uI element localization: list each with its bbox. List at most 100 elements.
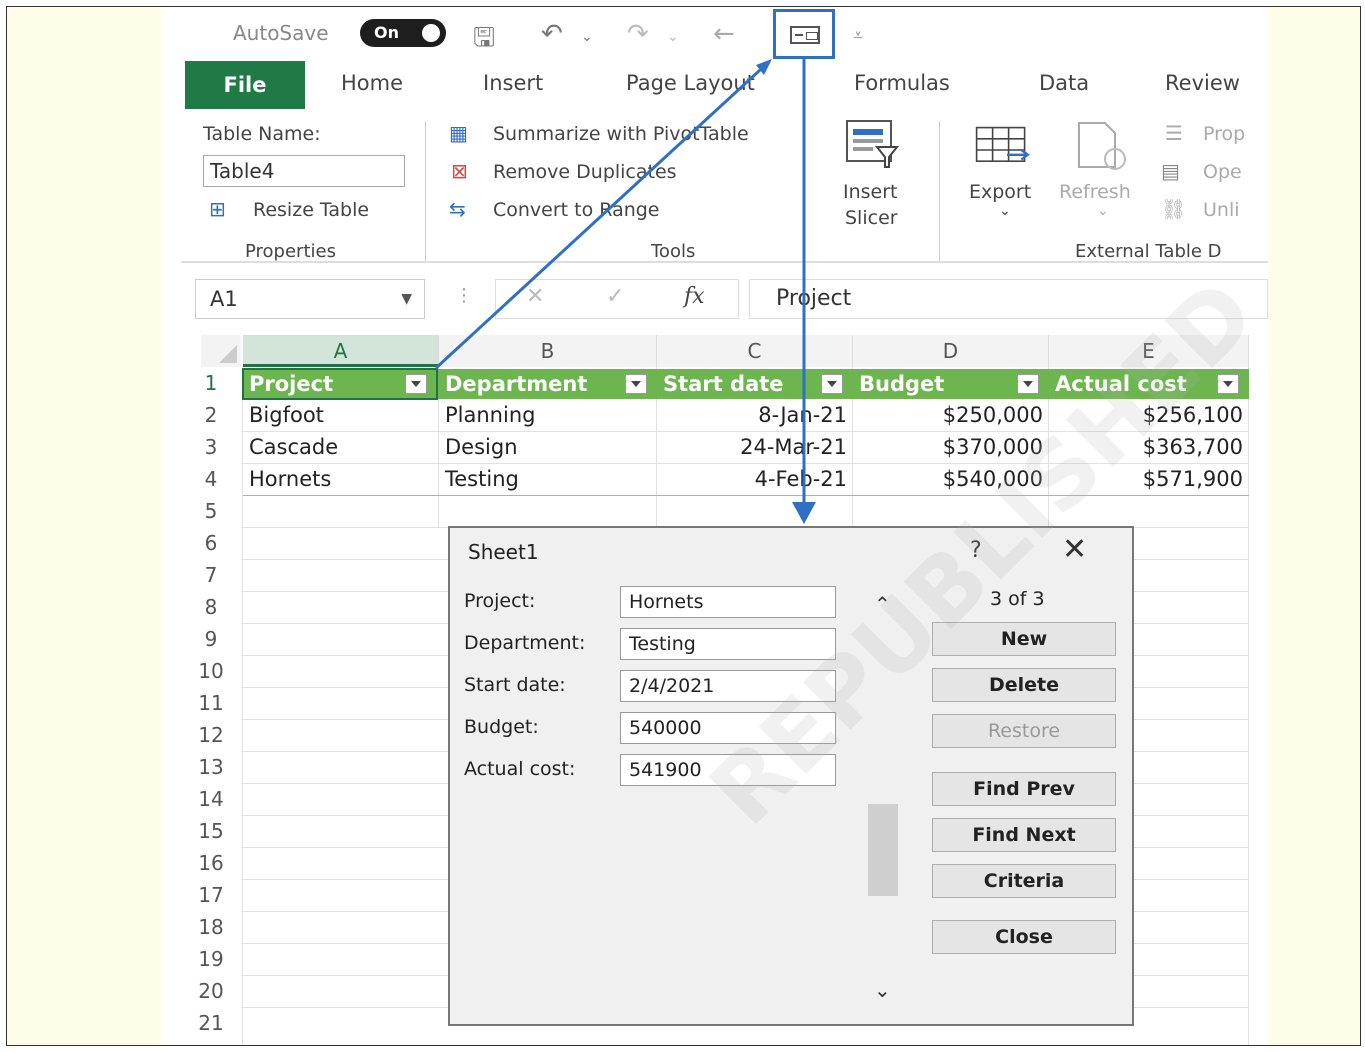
column-header-b[interactable]: B [439, 335, 657, 367]
refresh-dropdown-icon: ⌄ [1097, 203, 1109, 219]
export-label: Export [969, 181, 1032, 203]
refresh-icon [1078, 122, 1126, 170]
table-name-input[interactable]: Table4 [203, 155, 405, 187]
tab-data[interactable]: Data [1039, 71, 1089, 95]
back-arrow-icon[interactable]: ← [713, 19, 735, 49]
remove-duplicates-label: Remove Duplicates [493, 161, 677, 183]
confirm-entry-icon[interactable]: ✓ [606, 284, 624, 309]
tab-file[interactable]: File [185, 61, 305, 109]
resize-table-label: Resize Table [253, 199, 370, 221]
row-header-4[interactable]: 4 [181, 463, 241, 495]
export-dropdown-icon: ⌄ [999, 203, 1011, 219]
redo-icon[interactable]: ↷ [627, 19, 649, 49]
undo-icon[interactable]: ↶ [541, 19, 563, 49]
undo-dropdown-icon[interactable]: ⌄ [581, 29, 593, 45]
table-cell[interactable]: Bigfoot [249, 399, 324, 431]
row-header-12[interactable]: 12 [181, 719, 241, 751]
row-header-16[interactable]: 16 [181, 847, 241, 879]
scrollbar-thumb[interactable] [868, 804, 898, 896]
row-header-9[interactable]: 9 [181, 623, 241, 655]
column-header-c[interactable]: C [657, 335, 853, 367]
ribbon-separator [425, 121, 426, 261]
tab-formulas[interactable]: Formulas [854, 71, 950, 95]
quick-access-toolbar: AutoSave On 🖫 ↶ ⌄ ↷ ⌄ ← ⩡ [161, 7, 1268, 61]
remove-duplicates-icon: ⊠ [451, 159, 468, 183]
table-name-label: Table Name: [203, 123, 321, 145]
formula-bar-grip-icon: ⋮ [455, 285, 473, 306]
row-header-14[interactable]: 14 [181, 783, 241, 815]
find-prev-button[interactable]: Find Prev [932, 772, 1116, 806]
ribbon-separator [939, 121, 940, 261]
table-cell[interactable]: Cascade [249, 431, 338, 463]
criteria-button[interactable]: Criteria [932, 864, 1116, 898]
toggle-knob [422, 24, 440, 42]
table-cell[interactable]: 4-Feb-21 [657, 463, 853, 495]
tab-review[interactable]: Review [1165, 71, 1240, 95]
scroll-down-icon[interactable]: ⌄ [874, 978, 891, 1002]
row-header-13[interactable]: 13 [181, 751, 241, 783]
table-cell[interactable]: Planning [445, 399, 535, 431]
column-header-a[interactable]: A [243, 335, 439, 367]
table-cell[interactable]: Testing [445, 463, 519, 495]
column-header-d[interactable]: D [853, 335, 1049, 367]
properties-label: Prop [1203, 123, 1246, 145]
open-in-browser-icon: ▤ [1161, 159, 1180, 183]
resize-table-icon: ⊞ [209, 197, 226, 221]
name-box[interactable]: A1 ▼ [195, 279, 425, 319]
table-cell[interactable]: Design [445, 431, 518, 463]
filter-dropdown-icon[interactable] [1017, 374, 1039, 394]
name-box-dropdown-icon[interactable]: ▼ [401, 280, 412, 318]
insert-function-icon[interactable]: fx [684, 284, 705, 309]
row-header-10[interactable]: 10 [181, 655, 241, 687]
row-header-3[interactable]: 3 [181, 431, 241, 463]
customize-qat-icon[interactable]: ⩡ [853, 25, 863, 46]
field-input-project[interactable]: Hornets [620, 586, 836, 618]
row-header-8[interactable]: 8 [181, 591, 241, 623]
row-header-21[interactable]: 21 [181, 1007, 241, 1039]
row-header-7[interactable]: 7 [181, 559, 241, 591]
save-icon[interactable]: 🖫 [473, 19, 495, 63]
unlink-icon: ⛓ [1161, 197, 1187, 221]
autosave-toggle[interactable]: On [360, 19, 446, 47]
delete-button[interactable]: Delete [932, 668, 1116, 702]
properties-icon: ☰ [1165, 121, 1183, 145]
close-button[interactable]: Close [932, 920, 1116, 954]
export-icon [975, 126, 1030, 162]
table-cell[interactable]: $250,000 [853, 399, 1049, 431]
restore-button[interactable]: Restore [932, 714, 1116, 748]
row-header-17[interactable]: 17 [181, 879, 241, 911]
insert-slicer-label-1: Insert [843, 181, 898, 203]
table-cell[interactable]: 24-Mar-21 [657, 431, 853, 463]
row-header-1[interactable]: 1 [181, 367, 241, 399]
row-header-11[interactable]: 11 [181, 687, 241, 719]
table-cell[interactable]: Hornets [249, 463, 331, 495]
tab-page-layout[interactable]: Page Layout [626, 71, 755, 95]
form-button[interactable] [773, 9, 835, 59]
row-header-20[interactable]: 20 [181, 975, 241, 1007]
select-all-corner[interactable] [201, 335, 241, 367]
cancel-entry-icon[interactable]: ✕ [526, 284, 544, 309]
row-header-15[interactable]: 15 [181, 815, 241, 847]
tab-insert[interactable]: Insert [483, 71, 543, 95]
ribbon-bottom-border [181, 261, 1268, 263]
field-label-budget: Budget: [464, 716, 539, 738]
dialog-title: Sheet1 [468, 540, 539, 564]
table-cell[interactable]: 8-Jan-21 [657, 399, 853, 431]
redo-dropdown-icon[interactable]: ⌄ [667, 29, 679, 45]
open-in-browser-label: Ope [1203, 161, 1242, 183]
summarize-pivottable-label: Summarize with PivotTable [493, 123, 749, 145]
ribbon-table-design: Table Name: Table4 ⊞ Resize Table Proper… [161, 111, 1268, 263]
field-label-start-date: Start date: [464, 674, 566, 696]
filter-dropdown-icon[interactable] [821, 374, 843, 394]
field-label-department: Department: [464, 632, 586, 654]
select-all-triangle-icon [219, 345, 237, 363]
name-box-value: A1 [210, 287, 238, 311]
tab-home[interactable]: Home [341, 71, 403, 95]
row-header-2[interactable]: 2 [181, 399, 241, 431]
filter-dropdown-icon[interactable] [625, 374, 647, 394]
row-header-6[interactable]: 6 [181, 527, 241, 559]
row-header-18[interactable]: 18 [181, 911, 241, 943]
row-header-5[interactable]: 5 [181, 495, 241, 527]
find-next-button[interactable]: Find Next [932, 818, 1116, 852]
row-header-19[interactable]: 19 [181, 943, 241, 975]
